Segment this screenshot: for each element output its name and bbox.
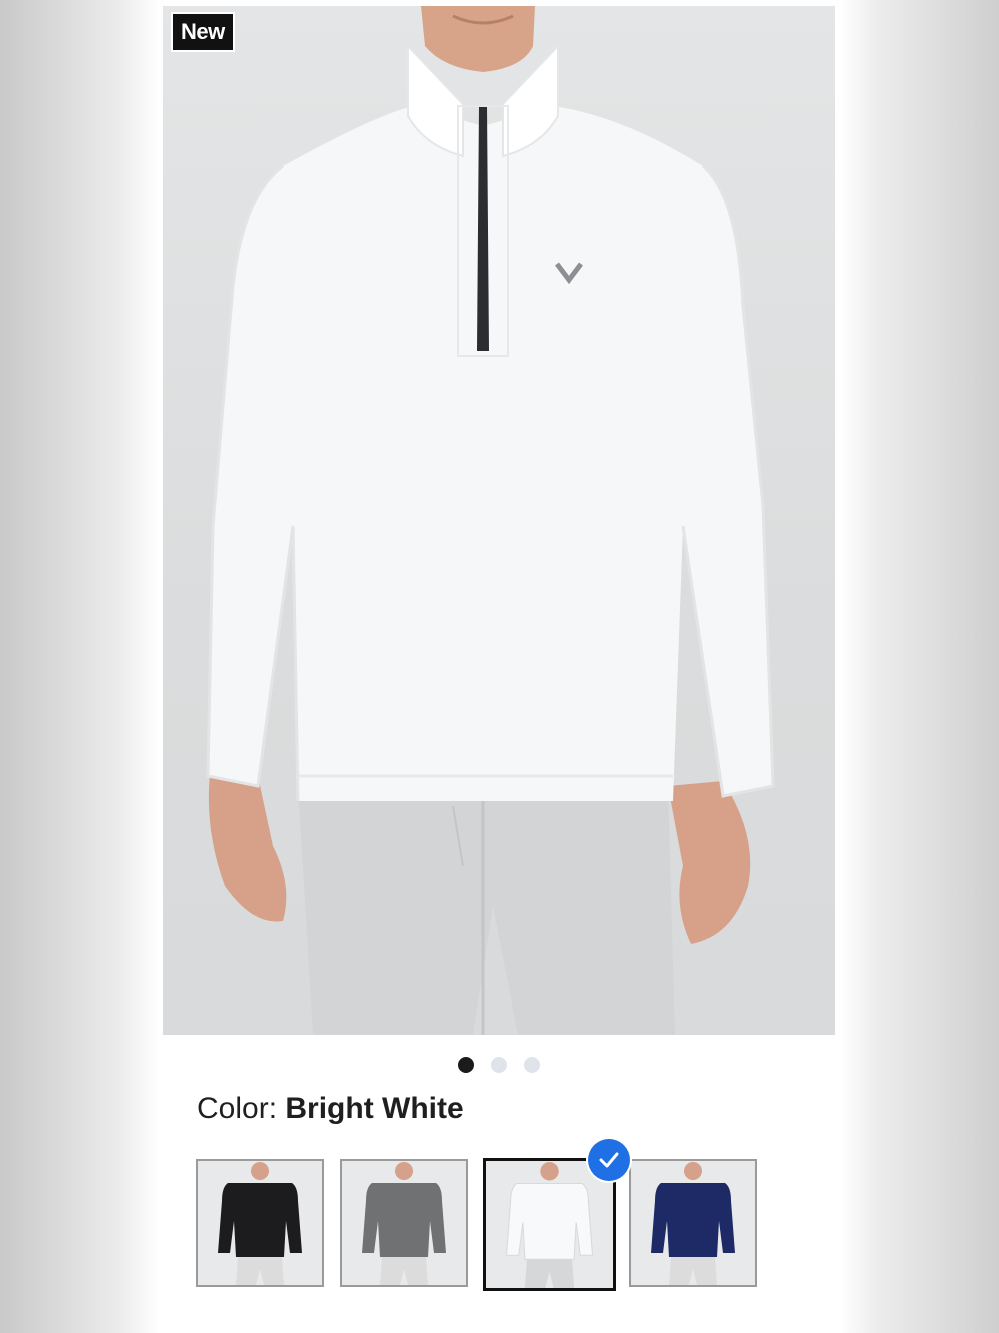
swatch-gray[interactable] bbox=[340, 1159, 468, 1287]
swatch-bright-white-image bbox=[486, 1161, 613, 1288]
swatch-navy-image bbox=[631, 1161, 755, 1285]
color-value: Bright White bbox=[285, 1092, 464, 1125]
carousel-dot-1[interactable] bbox=[458, 1057, 474, 1073]
swatch-navy[interactable] bbox=[629, 1159, 757, 1287]
carousel-dots bbox=[163, 1057, 835, 1073]
swatch-black[interactable] bbox=[196, 1159, 324, 1287]
model-illustration bbox=[206, 6, 775, 1035]
checkmark-icon bbox=[599, 1152, 619, 1168]
swatch-black-image bbox=[198, 1161, 322, 1285]
color-label: Color: bbox=[197, 1092, 278, 1125]
swatch-bright-white[interactable] bbox=[483, 1158, 616, 1291]
product-image[interactable]: New bbox=[163, 6, 835, 1035]
carousel-dot-2[interactable] bbox=[491, 1057, 507, 1073]
carousel-dot-3[interactable] bbox=[524, 1057, 540, 1073]
product-card: New Color: Bright White bbox=[163, 0, 835, 1333]
new-badge: New bbox=[171, 12, 235, 52]
swatch-gray-image bbox=[342, 1161, 466, 1285]
selected-check-badge bbox=[588, 1139, 630, 1181]
color-swatches bbox=[196, 1139, 796, 1291]
color-selection-label: Color: Bright White bbox=[197, 1092, 464, 1126]
